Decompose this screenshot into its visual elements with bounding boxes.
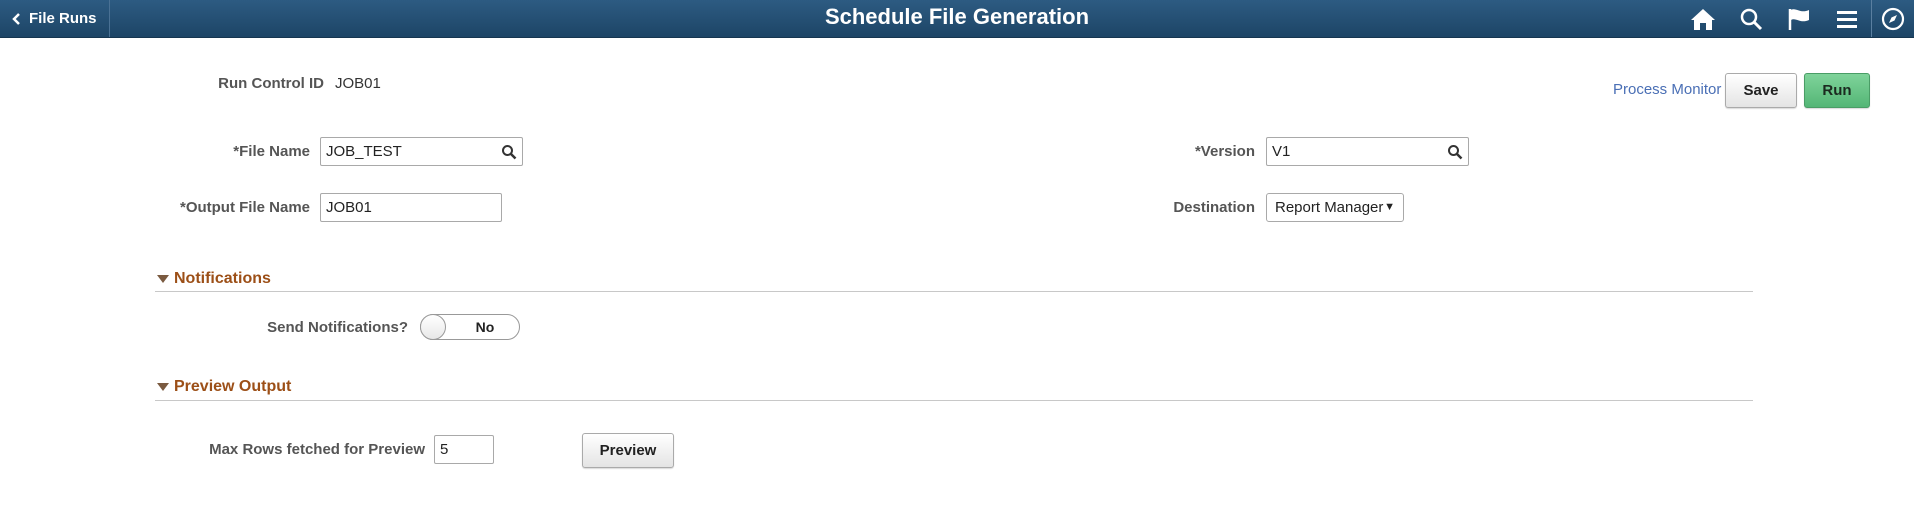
search-icon[interactable] [1727, 0, 1775, 37]
chevron-left-icon [12, 12, 20, 25]
process-monitor-link[interactable]: Process Monitor [1613, 81, 1721, 98]
run-control-id-label: Run Control ID [218, 75, 324, 92]
toggle-knob [420, 314, 446, 340]
output-file-name-input[interactable] [320, 193, 502, 222]
save-button[interactable]: Save [1725, 73, 1797, 108]
preview-output-section-title: Preview Output [174, 378, 292, 395]
preview-button[interactable]: Preview [582, 433, 674, 468]
compass-icon[interactable] [1871, 0, 1914, 37]
notifications-section-title: Notifications [174, 270, 271, 287]
menu-icon[interactable] [1823, 0, 1871, 37]
run-control-id-value: JOB01 [335, 75, 381, 92]
destination-select[interactable]: Report Manager ▼ [1266, 193, 1404, 222]
preview-output-divider [155, 400, 1753, 401]
header-bar: File Runs Schedule File Generation [0, 0, 1914, 38]
version-input[interactable] [1266, 137, 1469, 166]
send-notifications-toggle[interactable]: No [420, 314, 520, 340]
page-title: Schedule File Generation [824, 4, 1090, 29]
back-button-label: File Runs [29, 10, 97, 27]
file-name-label: *File Name [233, 143, 310, 160]
flag-icon[interactable] [1775, 0, 1823, 37]
chevron-down-icon: ▼ [1384, 201, 1395, 213]
run-button[interactable]: Run [1804, 73, 1870, 108]
preview-output-section-header[interactable]: Preview Output [157, 378, 291, 396]
collapse-triangle-icon [157, 383, 169, 391]
home-icon[interactable] [1679, 0, 1727, 37]
file-name-lookup-icon[interactable] [497, 137, 521, 166]
toggle-value: No [475, 319, 495, 335]
send-notifications-label: Send Notifications? [267, 319, 408, 336]
max-rows-label: Max Rows fetched for Preview [209, 441, 425, 458]
destination-select-value: Report Manager [1275, 199, 1384, 216]
notifications-divider [155, 291, 1753, 292]
version-label: *Version [1194, 143, 1255, 160]
max-rows-input[interactable] [434, 435, 494, 464]
file-name-input[interactable] [320, 137, 523, 166]
collapse-triangle-icon [157, 275, 169, 283]
back-button[interactable]: File Runs [0, 0, 110, 37]
output-file-name-label: *Output File Name [179, 199, 310, 216]
version-lookup-icon[interactable] [1443, 137, 1467, 166]
notifications-section-header[interactable]: Notifications [157, 270, 271, 288]
destination-label: Destination [1173, 199, 1255, 216]
